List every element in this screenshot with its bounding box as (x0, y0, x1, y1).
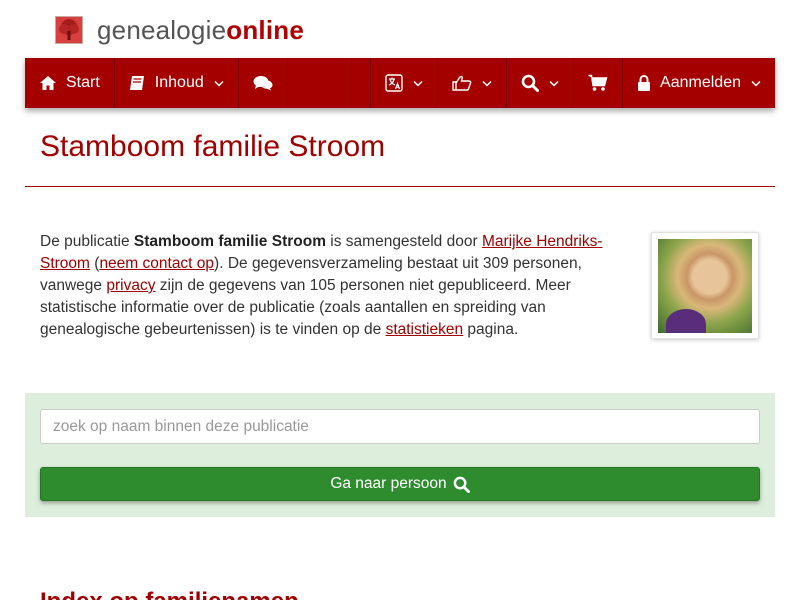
nav-language-menu[interactable] (370, 58, 439, 108)
person-search-panel: Ga naar persoon (25, 393, 775, 517)
title-divider (25, 186, 775, 187)
main-navbar: Start Inhoud Aanmelden (25, 58, 775, 108)
intro-text: is samengesteld door (325, 233, 482, 250)
nav-right-group: Aanmelden (370, 58, 775, 108)
contact-link[interactable]: neem contact op (99, 255, 214, 272)
author-avatar[interactable] (651, 232, 759, 339)
nav-content-menu[interactable]: Inhoud (115, 58, 239, 108)
chevron-down-icon (482, 80, 492, 87)
shopping-cart-icon (588, 74, 608, 92)
search-icon (521, 74, 540, 92)
translate-icon (385, 74, 403, 92)
comments-icon (253, 75, 273, 91)
author-photo (658, 239, 752, 333)
chevron-down-icon (214, 80, 224, 87)
surname-index-heading: Index op familienamen (40, 588, 299, 600)
intro-text: De publicatie (40, 233, 134, 250)
nav-divider (288, 58, 352, 108)
tree-icon (55, 16, 83, 44)
nav-cart[interactable] (574, 58, 624, 108)
go-to-person-button[interactable]: Ga naar persoon (40, 467, 760, 501)
publication-intro: De publicatie Stamboom familie Stroom is… (40, 231, 620, 341)
intro-text: pagina. (463, 321, 519, 338)
nav-start-label: Start (66, 74, 100, 91)
nav-login-menu[interactable]: Aanmelden (623, 58, 775, 108)
privacy-link[interactable]: privacy (106, 277, 155, 294)
nav-content-label: Inhoud (154, 74, 204, 91)
statistics-link[interactable]: statistieken (386, 321, 464, 338)
home-icon (39, 75, 57, 91)
nav-login-label: Aanmelden (660, 74, 741, 91)
chevron-down-icon (413, 80, 423, 87)
person-search-input[interactable] (40, 409, 760, 444)
chevron-down-icon (549, 80, 559, 87)
publication-name: Stamboom familie Stroom (133, 233, 326, 250)
page-title: Stamboom familie Stroom (40, 130, 386, 163)
nav-start[interactable]: Start (25, 58, 115, 108)
lock-icon (637, 74, 651, 92)
chevron-down-icon (751, 80, 761, 87)
logo-text: genealogieonline (97, 14, 304, 45)
go-to-person-label: Ga naar persoon (330, 475, 447, 492)
nav-share-menu[interactable] (438, 58, 508, 108)
search-icon (453, 476, 470, 493)
thumbs-up-icon (452, 75, 472, 91)
nav-chat[interactable] (239, 58, 288, 108)
site-logo[interactable]: genealogieonline (55, 14, 304, 46)
book-icon (129, 75, 146, 91)
nav-search-menu[interactable] (507, 58, 575, 108)
